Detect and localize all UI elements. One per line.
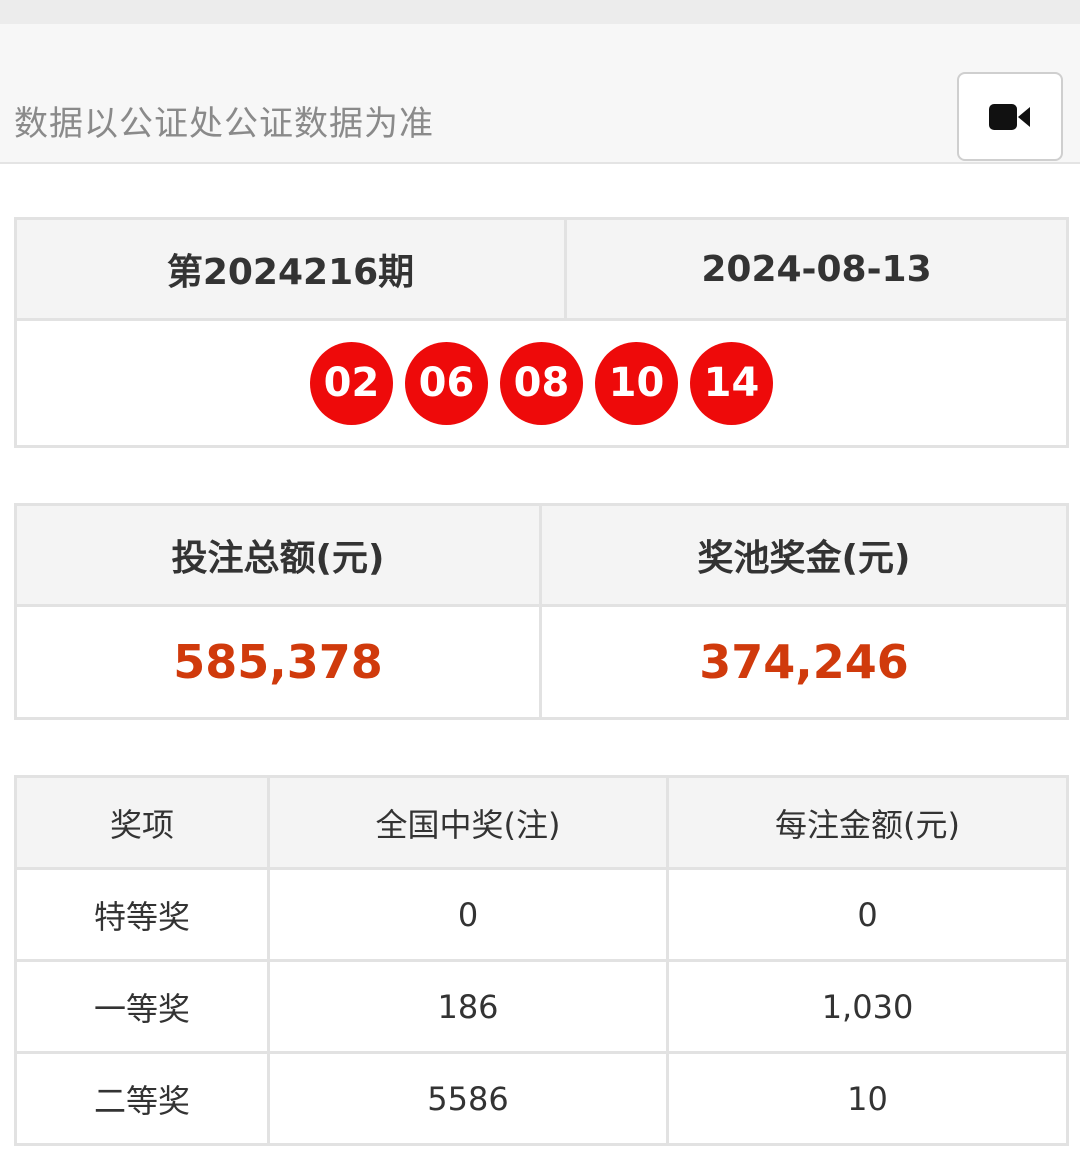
prize-name: 二等奖 xyxy=(14,1051,270,1146)
table-row: 特等奖 0 0 xyxy=(14,867,1069,962)
winner-count: 5586 xyxy=(267,1051,669,1146)
table-row: 二等奖 5586 10 xyxy=(14,1051,1069,1146)
prize-pool-label: 奖池奖金(元) xyxy=(539,503,1069,607)
prize-table: 奖项 全国中奖(注) 每注金额(元) 特等奖 0 0 一等奖 186 1,030… xyxy=(14,775,1069,1146)
prize-name: 特等奖 xyxy=(14,867,270,962)
draw-info-table: 第2024216期 2024-08-13 02 06 08 10 14 xyxy=(14,217,1069,448)
total-bet-value: 585,378 xyxy=(14,604,542,720)
video-camera-icon xyxy=(989,103,1030,130)
winning-numbers: 02 06 08 10 14 xyxy=(14,318,1069,448)
status-strip xyxy=(0,0,1080,24)
number-ball: 10 xyxy=(595,341,678,425)
number-ball: 02 xyxy=(310,341,393,425)
prize-amount: 0 xyxy=(666,867,1069,962)
winner-count: 0 xyxy=(267,867,669,962)
column-header-amount: 每注金额(元) xyxy=(666,775,1069,870)
winner-count: 186 xyxy=(267,959,669,1054)
draw-date: 2024-08-13 xyxy=(564,217,1069,321)
total-bet-label: 投注总额(元) xyxy=(14,503,542,607)
number-ball: 08 xyxy=(500,341,583,425)
sales-table: 投注总额(元) 奖池奖金(元) 585,378 374,246 xyxy=(14,503,1069,720)
prize-table-header: 奖项 全国中奖(注) 每注金额(元) xyxy=(14,775,1069,870)
number-ball: 06 xyxy=(405,341,488,425)
issue-number: 第2024216期 xyxy=(14,217,567,321)
video-button[interactable] xyxy=(957,72,1063,161)
header-bar: 数据以公证处公证数据为准 xyxy=(0,24,1080,164)
prize-pool-value: 374,246 xyxy=(539,604,1069,720)
column-header-winners: 全国中奖(注) xyxy=(267,775,669,870)
number-ball: 14 xyxy=(690,341,773,425)
prize-amount: 10 xyxy=(666,1051,1069,1146)
column-header-prize: 奖项 xyxy=(14,775,270,870)
table-row: 一等奖 186 1,030 xyxy=(14,959,1069,1054)
notice-text: 数据以公证处公证数据为准 xyxy=(14,104,434,144)
prize-name: 一等奖 xyxy=(14,959,270,1054)
prize-amount: 1,030 xyxy=(666,959,1069,1054)
